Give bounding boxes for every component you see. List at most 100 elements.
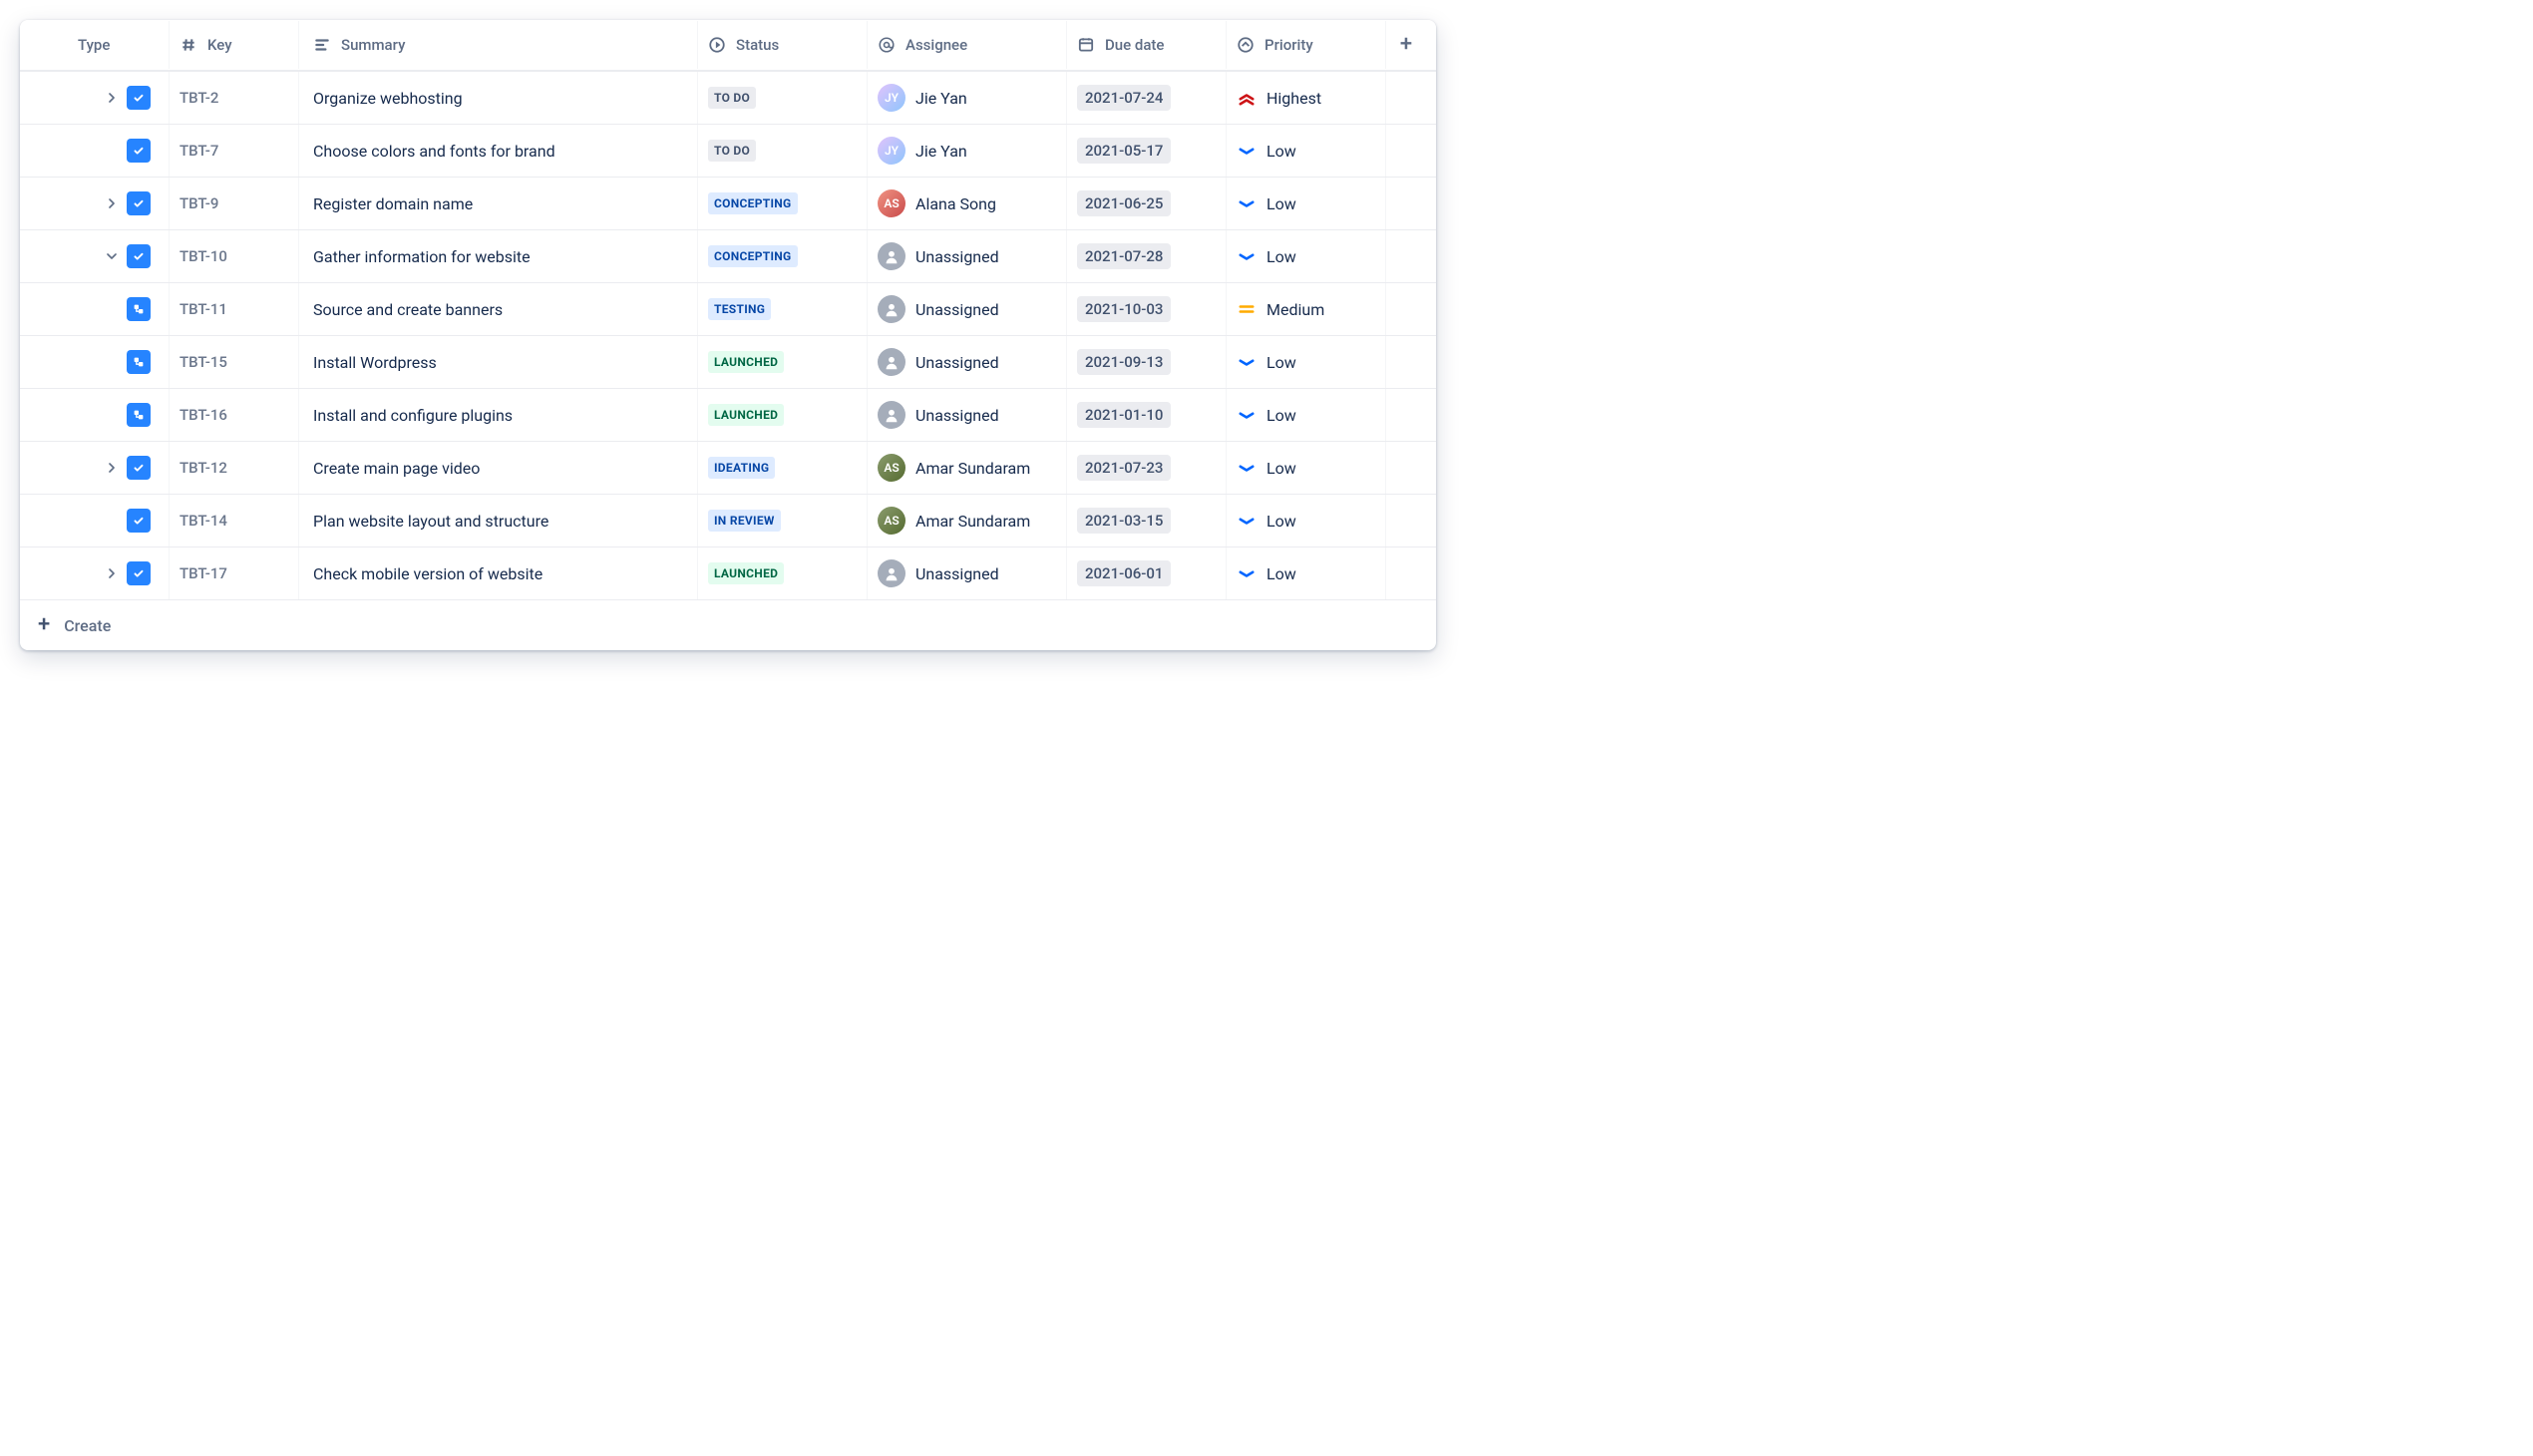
col-header-priority[interactable]: Priority bbox=[1227, 21, 1386, 69]
cell-key[interactable]: TBT-10 bbox=[170, 230, 299, 282]
issue-key: TBT-12 bbox=[180, 459, 227, 477]
cell-due-date[interactable]: 2021-06-01 bbox=[1067, 547, 1227, 599]
cell-status[interactable]: IN REVIEW bbox=[698, 495, 868, 546]
priority-label: Medium bbox=[1266, 300, 1324, 319]
task-type-icon bbox=[127, 509, 151, 533]
cell-status[interactable]: IDEATING bbox=[698, 442, 868, 494]
cell-status[interactable]: TESTING bbox=[698, 283, 868, 335]
cell-due-date[interactable]: 2021-07-24 bbox=[1067, 72, 1227, 124]
cell-priority[interactable]: Highest bbox=[1227, 72, 1386, 124]
table-row[interactable]: TBT-14Plan website layout and structureI… bbox=[20, 495, 1436, 547]
chevron-right-icon[interactable] bbox=[103, 93, 121, 103]
cell-due-date[interactable]: 2021-06-25 bbox=[1067, 178, 1227, 229]
cell-status[interactable]: LAUNCHED bbox=[698, 389, 868, 441]
table-row[interactable]: TBT-2 Organize webhostingTO DOJYJie Yan20… bbox=[20, 72, 1436, 125]
cell-summary[interactable]: Register domain name bbox=[299, 178, 698, 229]
cell-key[interactable]: TBT-14 bbox=[170, 495, 299, 546]
cell-priority[interactable]: Low bbox=[1227, 178, 1386, 229]
cell-priority[interactable]: Low bbox=[1227, 495, 1386, 546]
col-header-type[interactable]: Type bbox=[20, 21, 170, 69]
cell-due-date[interactable]: 2021-07-23 bbox=[1067, 442, 1227, 494]
cell-assignee[interactable]: JYJie Yan bbox=[868, 72, 1067, 124]
create-issue-button[interactable]: + Create bbox=[20, 600, 1436, 650]
cell-status[interactable]: TO DO bbox=[698, 125, 868, 177]
calendar-icon bbox=[1077, 36, 1095, 54]
cell-due-date[interactable]: 2021-05-17 bbox=[1067, 125, 1227, 177]
cell-assignee[interactable]: ASAmar Sundaram bbox=[868, 495, 1067, 546]
cell-due-date[interactable]: 2021-10-03 bbox=[1067, 283, 1227, 335]
cell-priority[interactable]: Low bbox=[1227, 125, 1386, 177]
cell-status[interactable]: LAUNCHED bbox=[698, 547, 868, 599]
cell-due-date[interactable]: 2021-07-28 bbox=[1067, 230, 1227, 282]
cell-status[interactable]: LAUNCHED bbox=[698, 336, 868, 388]
priority-label: Low bbox=[1266, 459, 1296, 478]
table-row[interactable]: TBT-10Gather information for websiteCONC… bbox=[20, 230, 1436, 283]
priority-low-icon bbox=[1237, 248, 1257, 264]
cell-due-date[interactable]: 2021-03-15 bbox=[1067, 495, 1227, 546]
cell-assignee[interactable]: JYJie Yan bbox=[868, 125, 1067, 177]
mention-icon bbox=[878, 36, 896, 54]
cell-due-date[interactable]: 2021-09-13 bbox=[1067, 336, 1227, 388]
col-header-key[interactable]: Key bbox=[170, 21, 299, 69]
cell-status[interactable]: CONCEPTING bbox=[698, 230, 868, 282]
cell-priority[interactable]: Low bbox=[1227, 442, 1386, 494]
chevron-right-icon[interactable] bbox=[103, 198, 121, 208]
cell-key[interactable]: TBT-7 bbox=[170, 125, 299, 177]
col-header-due[interactable]: Due date bbox=[1067, 21, 1227, 69]
cell-assignee[interactable]: Unassigned bbox=[868, 283, 1067, 335]
cell-assignee[interactable]: ASAlana Song bbox=[868, 178, 1067, 229]
cell-priority[interactable]: Low bbox=[1227, 230, 1386, 282]
cell-summary[interactable]: Choose colors and fonts for brand bbox=[299, 125, 698, 177]
cell-assignee[interactable]: ASAmar Sundaram bbox=[868, 442, 1067, 494]
cell-assignee[interactable]: Unassigned bbox=[868, 547, 1067, 599]
assignee-name: Unassigned bbox=[915, 564, 999, 583]
table-row[interactable]: TBT-17Check mobile version of websiteLAU… bbox=[20, 547, 1436, 600]
issue-key: TBT-2 bbox=[180, 89, 218, 107]
table-row[interactable]: TBT-16Install and configure pluginsLAUNC… bbox=[20, 389, 1436, 442]
chevron-right-icon[interactable] bbox=[103, 568, 121, 578]
cell-status[interactable]: CONCEPTING bbox=[698, 178, 868, 229]
avatar-unassigned-icon bbox=[878, 295, 905, 323]
task-type-icon bbox=[127, 561, 151, 585]
col-header-status[interactable]: Status bbox=[698, 21, 868, 69]
cell-priority[interactable]: Low bbox=[1227, 336, 1386, 388]
cell-status[interactable]: TO DO bbox=[698, 72, 868, 124]
cell-key[interactable]: TBT-15 bbox=[170, 336, 299, 388]
table-row[interactable]: TBT-11Source and create bannersTESTINGUn… bbox=[20, 283, 1436, 336]
cell-summary[interactable]: Source and create banners bbox=[299, 283, 698, 335]
col-header-summary[interactable]: Summary bbox=[299, 21, 698, 69]
cell-summary[interactable]: Create main page video bbox=[299, 442, 698, 494]
hash-icon bbox=[180, 36, 197, 54]
cell-key[interactable]: TBT-11 bbox=[170, 283, 299, 335]
table-row[interactable]: TBT-15Install WordpressLAUNCHEDUnassigne… bbox=[20, 336, 1436, 389]
cell-priority[interactable]: Low bbox=[1227, 389, 1386, 441]
priority-label: Low bbox=[1266, 564, 1296, 583]
avatar-unassigned-icon bbox=[878, 348, 905, 376]
col-header-assignee[interactable]: Assignee bbox=[868, 21, 1067, 69]
table-row[interactable]: TBT-12 Create main page videoIDEATINGASAm… bbox=[20, 442, 1436, 495]
cell-key[interactable]: TBT-2 bbox=[170, 72, 299, 124]
cell-priority[interactable]: Low bbox=[1227, 547, 1386, 599]
cell-assignee[interactable]: Unassigned bbox=[868, 230, 1067, 282]
cell-summary[interactable]: Install Wordpress bbox=[299, 336, 698, 388]
due-date-badge: 2021-03-15 bbox=[1077, 508, 1171, 534]
chevron-down-icon[interactable] bbox=[103, 251, 121, 261]
cell-key[interactable]: TBT-17 bbox=[170, 547, 299, 599]
cell-summary[interactable]: Install and configure plugins bbox=[299, 389, 698, 441]
table-row[interactable]: TBT-7Choose colors and fonts for brandTO… bbox=[20, 125, 1436, 178]
cell-summary[interactable]: Organize webhosting bbox=[299, 72, 698, 124]
avatar: AS bbox=[878, 454, 905, 482]
add-column-button[interactable]: + bbox=[1386, 21, 1426, 69]
cell-key[interactable]: TBT-9 bbox=[170, 178, 299, 229]
cell-due-date[interactable]: 2021-01-10 bbox=[1067, 389, 1227, 441]
cell-key[interactable]: TBT-16 bbox=[170, 389, 299, 441]
cell-priority[interactable]: Medium bbox=[1227, 283, 1386, 335]
cell-summary[interactable]: Plan website layout and structure bbox=[299, 495, 698, 546]
chevron-right-icon[interactable] bbox=[103, 463, 121, 473]
cell-key[interactable]: TBT-12 bbox=[170, 442, 299, 494]
cell-summary[interactable]: Gather information for website bbox=[299, 230, 698, 282]
cell-summary[interactable]: Check mobile version of website bbox=[299, 547, 698, 599]
cell-assignee[interactable]: Unassigned bbox=[868, 389, 1067, 441]
table-row[interactable]: TBT-9Register domain nameCONCEPTINGASAla… bbox=[20, 178, 1436, 230]
cell-assignee[interactable]: Unassigned bbox=[868, 336, 1067, 388]
